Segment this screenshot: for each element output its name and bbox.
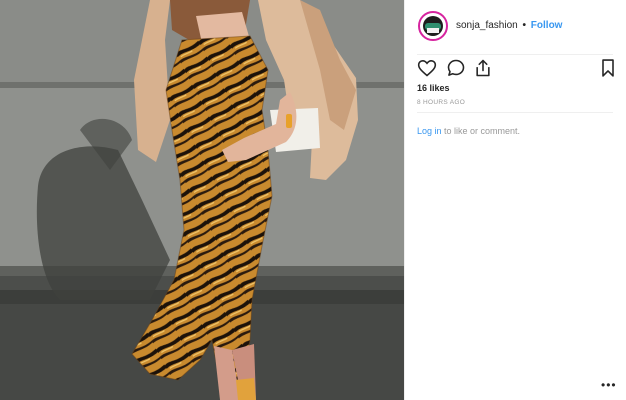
- heart-icon[interactable]: [417, 58, 437, 78]
- avatar-image: [423, 16, 443, 36]
- login-prompt: Log in to like or comment.: [417, 126, 520, 136]
- username-link[interactable]: sonja_fashion: [456, 20, 518, 31]
- post-timestamp[interactable]: 8 HOURS AGO: [417, 99, 465, 106]
- bookmark-icon[interactable]: [599, 58, 617, 78]
- share-icon[interactable]: [473, 58, 493, 78]
- login-link[interactable]: Log in: [417, 126, 442, 136]
- post-image[interactable]: [0, 0, 404, 400]
- post-header: sonja_fashion • Follow: [405, 0, 626, 54]
- post-sidebar: sonja_fashion • Follow 16 likes 8 HOURS …: [404, 0, 626, 400]
- more-options-icon[interactable]: •••: [601, 378, 617, 392]
- avatar[interactable]: [418, 11, 448, 41]
- separator-dot: •: [522, 20, 527, 31]
- action-bar: [417, 58, 617, 80]
- comment-icon[interactable]: [446, 58, 466, 78]
- login-prompt-text: to like or comment.: [441, 126, 521, 136]
- post-author-line: sonja_fashion • Follow: [456, 20, 562, 31]
- post-photo-drawing: [0, 0, 404, 400]
- likes-count[interactable]: 16 likes: [417, 83, 450, 93]
- follow-button[interactable]: Follow: [531, 20, 563, 31]
- header-divider: [417, 54, 613, 55]
- comments-divider: [417, 112, 613, 113]
